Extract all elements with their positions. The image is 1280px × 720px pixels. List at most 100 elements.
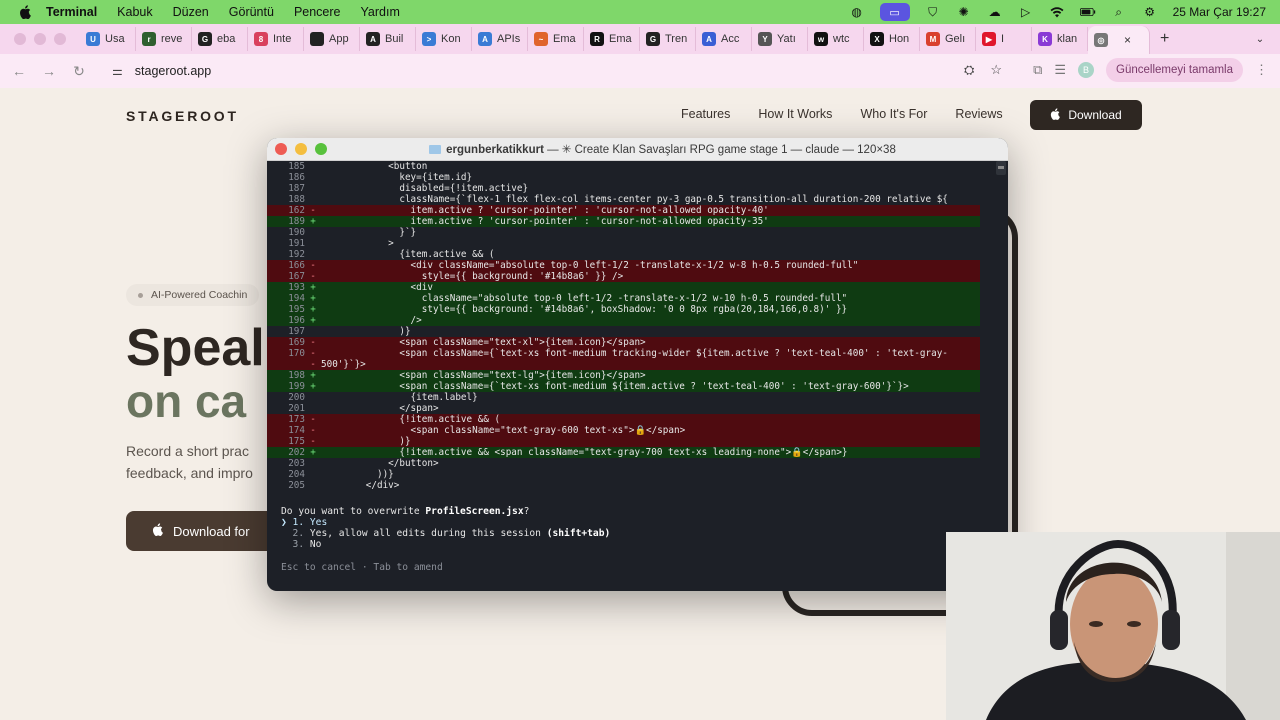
forward-button[interactable]: → <box>34 63 64 79</box>
bookmark-star-icon[interactable]: ☆ <box>990 62 1002 78</box>
extensions-icon[interactable]: ⧉ <box>1033 62 1042 78</box>
menu-kabuk[interactable]: Kabuk <box>117 5 152 19</box>
address-bar[interactable]: ⚌ stageroot.app ⛭ ☆ <box>100 58 1010 84</box>
browser-tab[interactable]: M Gelı <box>920 27 976 51</box>
browser-tab[interactable]: Y Yatı <box>752 27 808 51</box>
browser-tab[interactable]: R Ema <box>584 27 640 51</box>
terminal-close-button[interactable] <box>275 143 287 155</box>
line-number: 185 <box>288 161 305 172</box>
tab-favicon-icon: > <box>422 32 436 46</box>
browser-tab[interactable]: A Acc <box>696 27 752 51</box>
apple-icon <box>152 523 163 539</box>
diff-added-line: 193 + <div <box>267 282 980 293</box>
option-1[interactable]: ❯ 1. Yes <box>281 517 327 528</box>
close-window-button[interactable] <box>14 33 26 45</box>
tab-favicon-icon: A <box>366 32 380 46</box>
site-info-icon[interactable]: ⚌ <box>112 64 123 78</box>
menu-terminal[interactable]: Terminal <box>46 5 97 19</box>
wifi-icon[interactable] <box>1049 5 1065 19</box>
browser-tab[interactable]: w wtc <box>808 27 864 51</box>
browser-tab[interactable]: X Hon <box>864 27 920 51</box>
diff-added-line: 196 + /> <box>267 315 980 326</box>
browser-tab[interactable]: Geba <box>192 27 248 51</box>
prompt-question-mark: ? <box>523 506 530 517</box>
browser-tab[interactable]: 8 Inte <box>248 27 304 51</box>
menu-duzen[interactable]: Düzen <box>173 5 209 19</box>
control-center-icon[interactable]: ⚙ <box>1142 5 1158 19</box>
browser-tab[interactable]: ◎ × <box>1088 26 1150 54</box>
menu-extra-icon[interactable]: ◍ <box>849 5 865 19</box>
code-text: {item.label} <box>321 392 478 403</box>
more-menu-icon[interactable]: ⋮ <box>1255 62 1268 78</box>
badge-dot <box>138 292 143 298</box>
shield-icon[interactable]: ⛉ <box>925 5 941 19</box>
tab-label: Inte <box>273 33 292 45</box>
line-number: 193 <box>288 282 305 293</box>
site-logo[interactable]: STAGEROOT <box>126 108 239 124</box>
browser-tab[interactable]: r reve <box>136 27 192 51</box>
play-icon[interactable]: ▷ <box>1018 5 1034 19</box>
tab-label: reve <box>161 33 183 45</box>
tab-favicon-icon: Y <box>758 32 772 46</box>
browser-tab[interactable]: ▶ I <box>976 27 1032 51</box>
brightness-icon[interactable]: ✺ <box>956 5 972 19</box>
new-tab-button[interactable]: + <box>1160 30 1169 48</box>
cloud-icon[interactable]: ☁ <box>987 5 1003 19</box>
diff-marker <box>305 458 321 469</box>
apple-menu-icon[interactable] <box>18 5 32 19</box>
nav-features[interactable]: Features <box>681 107 730 121</box>
code-text: <button <box>321 161 428 172</box>
browser-tab[interactable]: > Kon <box>416 27 472 51</box>
nav-who-its-for[interactable]: Who It's For <box>860 107 927 121</box>
browser-tab[interactable]: A Buil <box>360 27 416 51</box>
code-text: style={{ background: '#14b8a6', boxShado… <box>321 304 848 315</box>
menu-pencere[interactable]: Pencere <box>294 5 341 19</box>
battery-icon[interactable] <box>1079 5 1096 19</box>
browser-tab[interactable]: ~ Ema <box>528 27 584 51</box>
browser-tab[interactable]: App <box>304 27 360 51</box>
screen-share-icon[interactable]: ▭ <box>879 3 910 21</box>
reading-list-icon[interactable]: ☰ <box>1054 62 1066 78</box>
diff-removed-line: 173- {!item.active && ( <box>267 414 980 425</box>
hero-download-button[interactable]: Download for <box>126 511 286 551</box>
browser-tab[interactable]: G Tren <box>640 27 696 51</box>
download-button[interactable]: Download <box>1030 100 1142 130</box>
url-text[interactable]: stageroot.app <box>135 64 211 78</box>
back-button[interactable]: ← <box>4 63 34 79</box>
diff-removed-line: 167- style={{ background: '#14b8a6' }} /… <box>267 271 980 282</box>
terminal-minimize-button[interactable] <box>295 143 307 155</box>
profile-avatar[interactable]: B <box>1078 62 1095 78</box>
browser-tab[interactable]: A APIs <box>472 27 528 51</box>
terminal-scroll-indicator[interactable] <box>996 161 1006 175</box>
option-3[interactable]: 3. No <box>281 539 322 550</box>
reload-button[interactable]: ↻ <box>64 63 94 80</box>
terminal-window[interactable]: ergunberkatikkurt — ✳ Create Klan Savaşl… <box>267 138 1008 591</box>
diff-context-line: 192 {item.active && ( <box>267 249 980 260</box>
nav-reviews[interactable]: Reviews <box>955 107 1002 121</box>
terminal-titlebar[interactable]: ergunberkatikkurt — ✳ Create Klan Savaşl… <box>267 138 1008 161</box>
diff-added-line: 195 + style={{ background: '#14b8a6', box… <box>267 304 980 315</box>
hero-badge: AI-Powered Coachin <box>126 284 260 306</box>
update-button[interactable]: Güncellemeyi tamamla <box>1106 58 1243 82</box>
search-icon[interactable]: ⌕ <box>1111 5 1127 19</box>
diff-marker: - <box>310 425 316 436</box>
nav-how-it-works[interactable]: How It Works <box>758 107 832 121</box>
tab-search-icon[interactable]: ⌄ <box>1250 30 1270 48</box>
overwrite-prompt: Do you want to overwrite ProfileScreen.j… <box>281 506 610 550</box>
menu-yardim[interactable]: Yardım <box>361 5 400 19</box>
line-number: 203 <box>288 458 305 469</box>
translate-icon[interactable]: ⛭ <box>964 62 974 78</box>
tab-favicon-icon: ▶ <box>982 32 996 46</box>
line-number: 192 <box>288 249 305 260</box>
minimize-window-button[interactable] <box>34 33 46 45</box>
diff-removed-line: 175- )} <box>267 436 980 447</box>
browser-tab[interactable]: U Usa <box>80 27 136 51</box>
code-text: )} <box>321 436 411 447</box>
menu-goruntu[interactable]: Görüntü <box>229 5 274 19</box>
browser-tab[interactable]: Kklan <box>1032 27 1088 51</box>
option-2[interactable]: 2. Yes, allow all edits during this sess… <box>281 528 611 539</box>
close-tab-icon[interactable]: × <box>1124 33 1131 47</box>
zoom-window-button[interactable] <box>54 33 66 45</box>
menu-clock[interactable]: 25 Mar Çar 19:27 <box>1173 5 1266 19</box>
terminal-zoom-button[interactable] <box>315 143 327 155</box>
